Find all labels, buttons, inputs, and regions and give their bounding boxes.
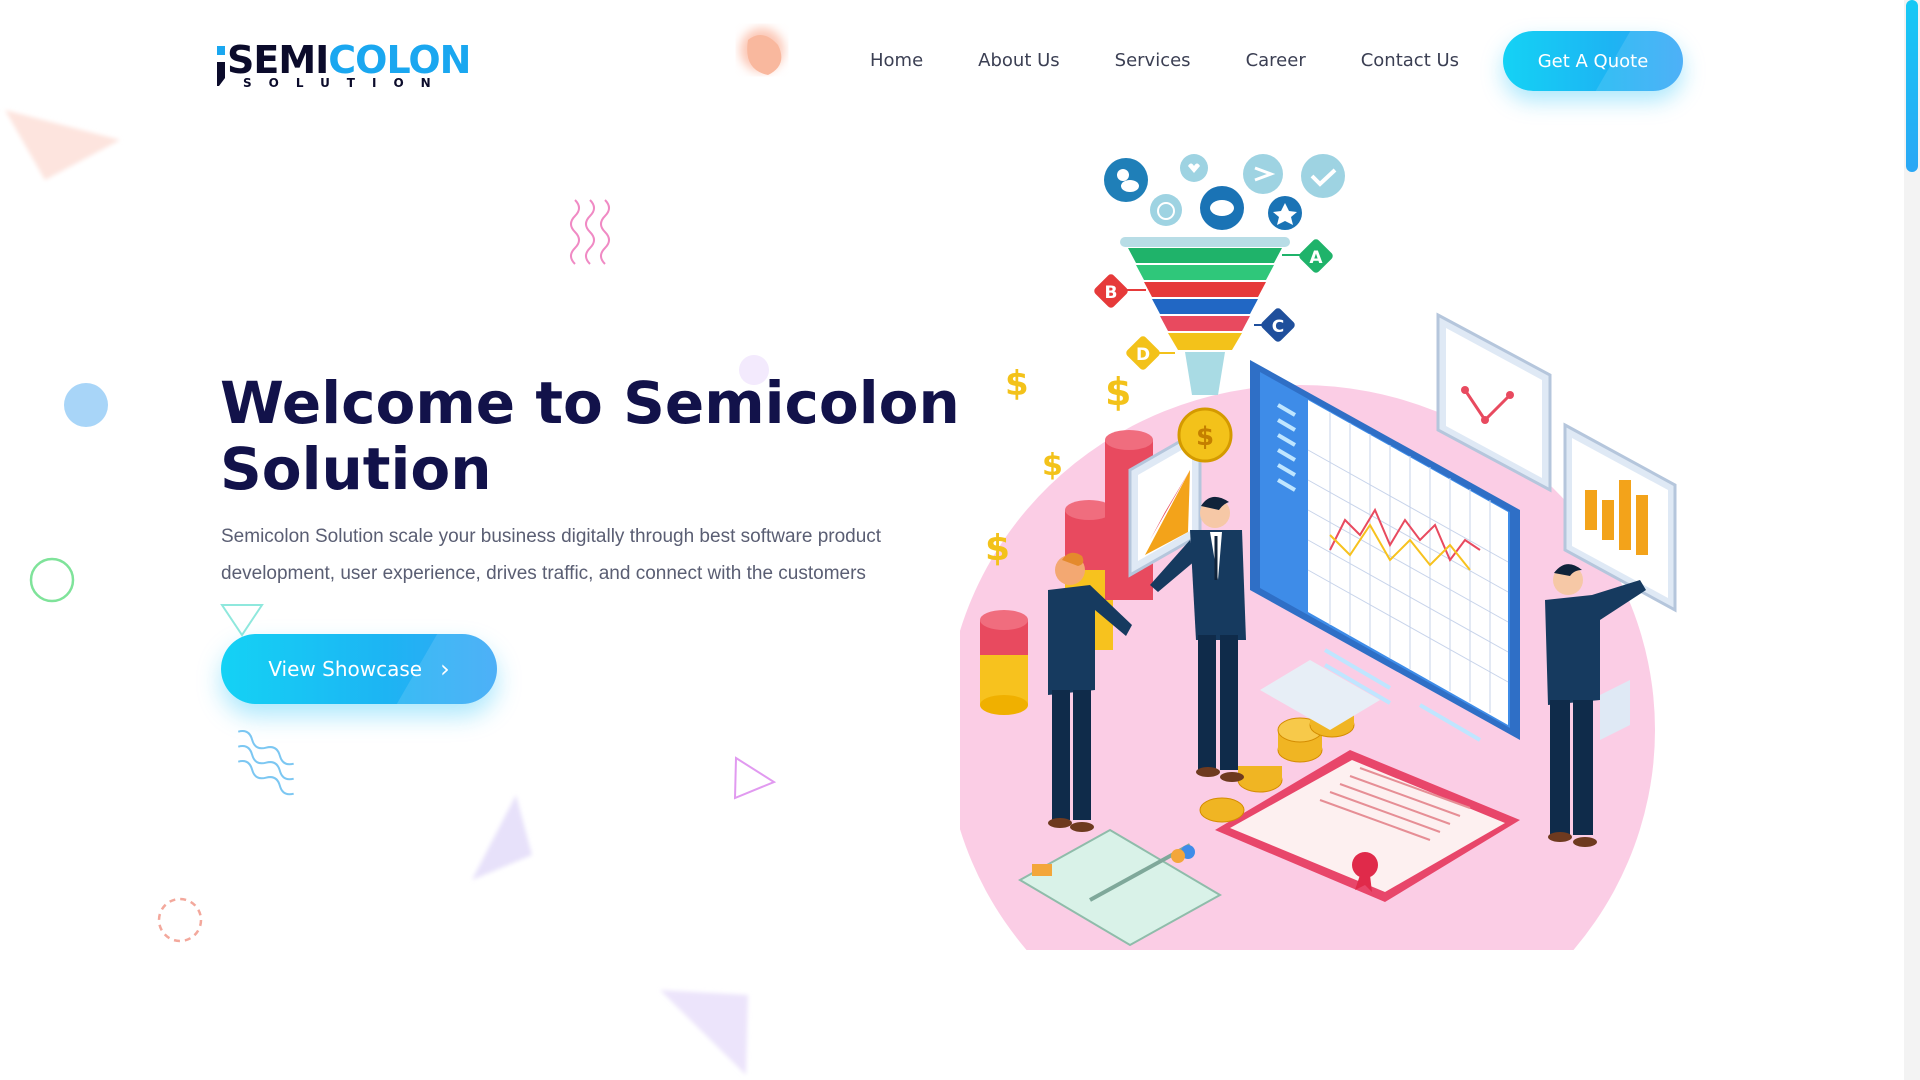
hero-title: Welcome to Semicolon Solution: [220, 370, 980, 502]
svg-text:$: $: [1042, 448, 1063, 483]
nav-item-contact-us[interactable]: Contact Us: [1361, 50, 1459, 71]
funnel-label-b: B: [1105, 283, 1118, 303]
hero-illustration: $ A B C D $ $ $ $: [960, 154, 1677, 950]
svg-text:$: $: [1005, 364, 1029, 404]
hero-description-line1: Semicolon Solution scale your business d…: [221, 526, 882, 547]
lilac-triangle-shape-2: [660, 990, 748, 1075]
hero-description-line2: development, user experience, drives tra…: [221, 563, 866, 584]
teal-triangle-outline: [220, 604, 264, 637]
funnel-coin-symbol: $: [1196, 422, 1214, 452]
logo-subtitle: SOLUTION: [243, 76, 448, 90]
pink-squiggle-shape: [570, 199, 610, 265]
svg-text:$: $: [985, 528, 1010, 569]
dashed-ring-shape: [157, 897, 203, 943]
orange-blob-shape: [740, 28, 784, 72]
hero-title-line2: Solution: [220, 435, 492, 503]
nav-item-home[interactable]: Home: [870, 50, 923, 71]
green-ring-shape: [29, 557, 75, 603]
hero-title-line1: Welcome to Semicolon: [220, 369, 960, 437]
nav-item-about-us[interactable]: About Us: [978, 50, 1060, 71]
social-icons-cluster: [1104, 154, 1345, 230]
blue-blob-shape: [64, 383, 108, 427]
hero-description: Semicolon Solution scale your business d…: [221, 518, 941, 592]
page-scrollbar-thumb[interactable]: [1906, 0, 1918, 172]
blue-squiggle-shape: [237, 730, 294, 796]
semicolon-logo-icon: [217, 46, 225, 86]
chevron-right-icon: ›: [440, 655, 450, 683]
view-showcase-button[interactable]: View Showcase ›: [221, 634, 497, 704]
orange-drop-shape: [747, 35, 782, 75]
funnel-label-a: A: [1309, 248, 1323, 268]
main-navigation: Home About Us Services Career Contact Us: [870, 30, 1487, 90]
purple-triangle-outline: [733, 756, 777, 800]
svg-text:$: $: [1105, 370, 1131, 414]
get-a-quote-button[interactable]: Get A Quote: [1503, 31, 1683, 91]
pink-triangle-shape: [5, 110, 120, 180]
funnel-label-d: D: [1136, 345, 1150, 365]
get-a-quote-label: Get A Quote: [1537, 50, 1649, 72]
lilac-triangle-shape: [472, 795, 532, 880]
brand-logo[interactable]: SEMICOLON SOLUTION: [217, 36, 471, 92]
nav-item-services[interactable]: Services: [1115, 50, 1191, 71]
funnel-label-c: C: [1272, 317, 1284, 337]
view-showcase-label: View Showcase: [268, 657, 423, 681]
nav-item-career[interactable]: Career: [1246, 50, 1306, 71]
